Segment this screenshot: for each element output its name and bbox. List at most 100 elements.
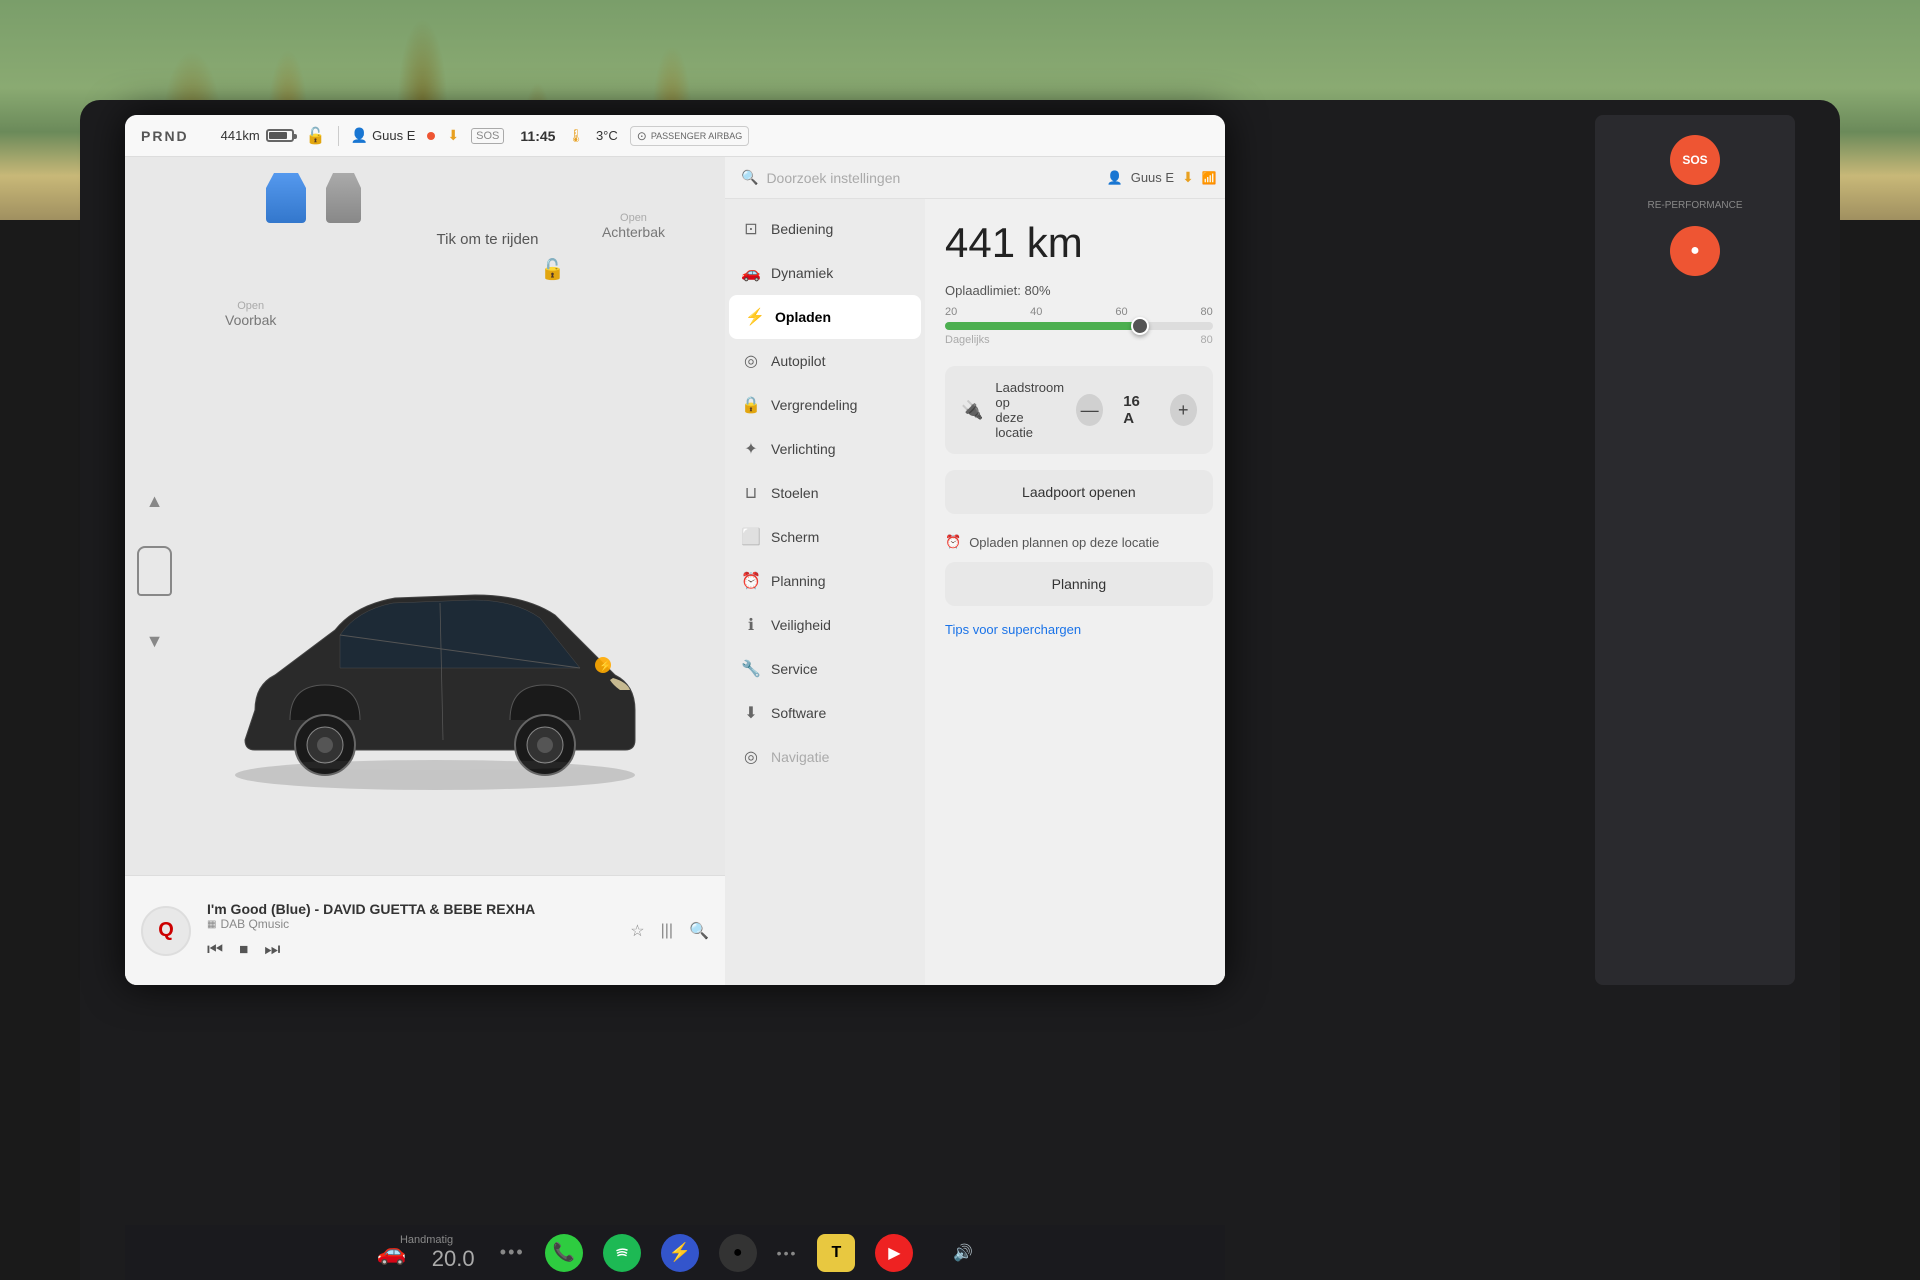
- current-control: 🔌 Laadstroom opdeze locatie — 16 A +: [945, 366, 1213, 454]
- cabin-temp-value[interactable]: 20.0: [427, 1246, 480, 1272]
- spotify-icon[interactable]: [603, 1234, 641, 1272]
- current-value: 16 A: [1115, 393, 1157, 427]
- clock-icon: ⏰: [945, 534, 961, 550]
- wifi-icon: 📶: [1202, 171, 1217, 185]
- youtube-icon[interactable]: ▶: [875, 1234, 913, 1272]
- temperature-display: 3°C: [596, 128, 618, 143]
- time-display: 11:45: [520, 128, 555, 144]
- prnd-text: PRND: [141, 128, 189, 144]
- nav-item-bediening[interactable]: ⊡ Bediening: [725, 207, 925, 251]
- nav-item-stoelen[interactable]: ⊔ Stoelen: [725, 471, 925, 515]
- scherm-icon: ⬜: [741, 527, 761, 547]
- dots-separator: •••: [777, 1245, 798, 1261]
- nav-item-veiligheid[interactable]: ℹ Veiligheid: [725, 603, 925, 647]
- more-options-button[interactable]: •••: [500, 1242, 525, 1263]
- nav-item-service[interactable]: 🔧 Service: [725, 647, 925, 691]
- user-name: Guus E: [1131, 170, 1174, 185]
- equalizer-icon[interactable]: |||: [661, 922, 673, 940]
- charge-slider[interactable]: 20406080 Dagelijks 80: [945, 306, 1213, 346]
- nav-item-autopilot[interactable]: ◎ Autopilot: [725, 339, 925, 383]
- user-info-bar: 👤 Guus E ⬇ 📶: [1107, 169, 1217, 186]
- nav-item-vergrendeling[interactable]: 🔒 Vergrendeling: [725, 383, 925, 427]
- next-track-button[interactable]: ⏭: [264, 939, 280, 960]
- dynamiek-icon: 🚗: [741, 263, 761, 283]
- range-km-display: 441 km: [945, 219, 1213, 267]
- range-display: 441km: [221, 128, 260, 143]
- supercharger-link[interactable]: Tips voor superchargen: [945, 622, 1213, 637]
- track-title: I'm Good (Blue) - DAVID GUETTA & BEBE RE…: [207, 901, 614, 917]
- gear-selector[interactable]: PRND: [141, 128, 189, 144]
- fluid-icon-blue[interactable]: [266, 173, 306, 223]
- veiligheid-icon: ℹ: [741, 615, 761, 635]
- nav-item-navigatie[interactable]: ◎ Navigatie: [725, 735, 925, 779]
- navigatie-icon: ◎: [741, 747, 761, 767]
- software-icon: ⬇: [741, 703, 761, 723]
- download-icon-small: ⬇: [1182, 169, 1194, 186]
- search-bar: 🔍 Doorzoek instellingen 👤 Guus E ⬇ 📶: [725, 157, 1225, 199]
- track-source: ▦ DAB Qmusic: [207, 917, 614, 931]
- settings-layout: ⊡ Bediening 🚗 Dynamiek ⚡ Opladen ◎ Autop…: [725, 199, 1225, 985]
- phone-icon[interactable]: 📞: [545, 1234, 583, 1272]
- nav-item-verlichting[interactable]: ✦ Verlichting: [725, 427, 925, 471]
- media-icons-right: ☆ ||| 🔍: [630, 921, 709, 941]
- bluetooth-icon[interactable]: ⚡: [661, 1234, 699, 1272]
- door-lock-icon[interactable]: 🔓: [540, 257, 565, 282]
- charge-slider-track[interactable]: [945, 322, 1213, 330]
- stoelen-icon: ⊔: [741, 483, 761, 503]
- driver-name: 👤 Guus E: [351, 127, 416, 144]
- slider-thumb[interactable]: [1131, 317, 1149, 335]
- notes-icon[interactable]: T: [817, 1234, 855, 1272]
- recording-indicator: [427, 132, 435, 140]
- increase-current-button[interactable]: +: [1170, 394, 1197, 426]
- planning-button[interactable]: Planning: [945, 562, 1213, 606]
- favorite-icon[interactable]: ☆: [630, 921, 644, 941]
- stop-button[interactable]: ⏹: [239, 939, 248, 960]
- volume-icon[interactable]: 🔊: [953, 1243, 973, 1263]
- side-button-2[interactable]: ●: [1670, 226, 1720, 276]
- trunk-open-label[interactable]: Open Achterbak: [602, 209, 665, 240]
- download-icon: ⬇: [447, 127, 459, 144]
- search-icon: 🔍: [741, 169, 758, 186]
- search-input[interactable]: Doorzoek instellingen: [766, 170, 900, 186]
- nav-item-dynamiek[interactable]: 🚗 Dynamiek: [725, 251, 925, 295]
- car-svg: ⚡: [195, 510, 675, 790]
- decrease-current-button[interactable]: —: [1076, 394, 1103, 426]
- scroll-up-arrow[interactable]: ▲: [140, 486, 170, 516]
- bediening-icon: ⊡: [741, 219, 761, 239]
- nav-item-opladen[interactable]: ⚡ Opladen: [729, 295, 921, 339]
- nav-item-scherm[interactable]: ⬜ Scherm: [725, 515, 925, 559]
- taskbar: 🚗 Handmatig 20.0 ••• 📞 ⚡ ● ••• T ▶ 🔊: [125, 1225, 1225, 1280]
- fluid-icon-gray[interactable]: [326, 173, 361, 223]
- battery-info: 441km: [221, 128, 294, 143]
- user-icon: 👤: [1107, 170, 1123, 186]
- slider-sub-labels: Dagelijks 80: [945, 334, 1213, 346]
- side-panel-text: RE-PERFORMANCE: [1647, 200, 1742, 211]
- settings-panel: 🔍 Doorzoek instellingen 👤 Guus E ⬇ 📶 ⊡: [725, 157, 1225, 985]
- prev-track-button[interactable]: ⏮: [207, 939, 223, 960]
- media-bar: Q I'm Good (Blue) - DAVID GUETTA & BEBE …: [125, 875, 725, 985]
- track-info: I'm Good (Blue) - DAVID GUETTA & BEBE RE…: [207, 901, 614, 960]
- frunk-open-label[interactable]: Open Voorbak: [225, 297, 276, 328]
- person-icon: 👤: [351, 127, 368, 144]
- opladen-icon: ⚡: [745, 307, 765, 327]
- sos-label: SOS: [471, 128, 504, 144]
- schedule-label: ⏰ Opladen plannen op deze locatie: [945, 534, 1213, 550]
- temperature-control: Handmatig 20.0: [427, 1234, 480, 1272]
- qmusic-logo[interactable]: Q: [141, 906, 191, 956]
- charge-fill: [945, 322, 1146, 330]
- scroll-down-arrow[interactable]: ▼: [140, 626, 170, 656]
- charge-limit-label: Oplaadlimiet: 80%: [945, 283, 1213, 298]
- sos-button[interactable]: SOS: [1670, 135, 1720, 185]
- dashcam-icon[interactable]: ●: [719, 1234, 757, 1272]
- plug-icon: 🔌: [961, 400, 983, 421]
- right-side-panel: SOS RE-PERFORMANCE ●: [1595, 115, 1795, 985]
- nav-item-planning[interactable]: ⏰ Planning: [725, 559, 925, 603]
- car-outline-icon[interactable]: [137, 546, 172, 596]
- svg-text:⚡: ⚡: [599, 659, 611, 672]
- search-media-icon[interactable]: 🔍: [689, 921, 709, 941]
- charging-content: 441 km Oplaadlimiet: 80% 20406080: [925, 199, 1225, 985]
- media-controls: ⏮ ⏹ ⏭: [207, 939, 614, 960]
- open-port-button[interactable]: Laadpoort openen: [945, 470, 1213, 514]
- car-visualization-panel: ▲ ▼ Tik om te rijden Open Voorbak: [125, 157, 725, 985]
- nav-item-software[interactable]: ⬇ Software: [725, 691, 925, 735]
